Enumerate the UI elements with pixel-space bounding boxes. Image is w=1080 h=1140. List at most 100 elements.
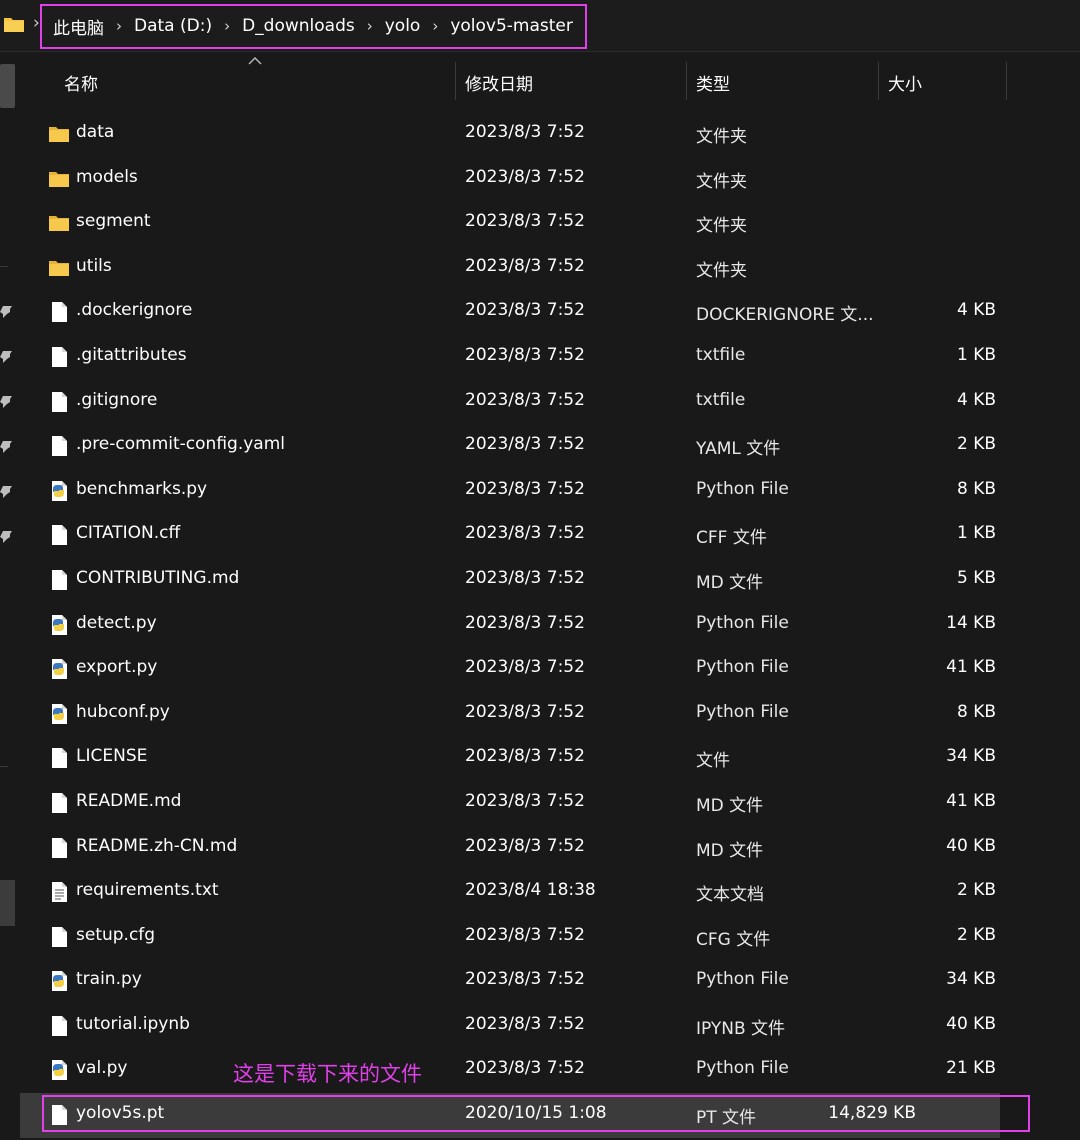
file-date-modified: 2023/8/3 7:52 [465,790,585,811]
python-file-icon [48,480,70,502]
chevron-right-icon[interactable]: › [33,13,40,33]
file-date-modified: 2023/8/3 7:52 [465,746,585,767]
file-type: Python File [696,478,789,499]
file-row[interactable]: val.py 2023/8/3 7:52 Python File 21 KB [20,1048,1080,1093]
file-name: README.md [76,790,182,811]
column-divider[interactable] [1006,62,1007,100]
file-type: YAML 文件 [696,439,781,460]
column-divider[interactable] [878,62,879,100]
file-row[interactable]: train.py 2023/8/3 7:52 Python File 34 KB [20,959,1080,1004]
file-size: 8 KB [956,478,996,499]
file-name: train.py [76,969,142,990]
file-size: 2 KB [956,434,996,455]
file-row[interactable]: README.md 2023/8/3 7:52 MD 文件 41 KB [20,781,1080,826]
pin-icon[interactable] [0,440,13,453]
file-name: val.py [76,1058,128,1079]
file-row[interactable]: data 2023/8/3 7:52 文件夹 [20,112,1080,157]
column-divider[interactable] [686,62,687,100]
file-name: setup.cfg [76,924,156,945]
sort-ascending-icon[interactable] [248,56,262,66]
file-row[interactable]: CONTRIBUTING.md 2023/8/3 7:52 MD 文件 5 KB [20,558,1080,603]
python-file-icon [48,658,70,680]
file-row[interactable]: segment 2023/8/3 7:52 文件夹 [20,201,1080,246]
pin-icon[interactable] [0,395,13,408]
file-size: 4 KB [956,389,996,410]
file-name: detect.py [76,612,157,633]
file-row[interactable]: hubconf.py 2023/8/3 7:52 Python File 8 KB [20,692,1080,737]
file-size: 1 KB [956,523,996,544]
file-date-modified: 2023/8/3 7:52 [465,344,585,365]
pin-icon[interactable] [0,350,13,363]
column-header-type[interactable]: 类型 [696,70,730,95]
file-date-modified: 2023/8/3 7:52 [465,300,585,321]
pin-icon[interactable] [0,485,13,498]
file-icon [48,524,70,546]
file-type: Python File [696,1058,789,1079]
file-type: txtfile [696,389,746,410]
file-row[interactable]: tutorial.ipynb 2023/8/3 7:52 IPYNB 文件 40 KB [20,1004,1080,1049]
file-name: .dockerignore [76,300,193,321]
file-date-modified: 2023/8/3 7:52 [465,1013,585,1034]
file-row[interactable]: benchmarks.py 2023/8/3 7:52 Python File 8 K… [20,469,1080,514]
column-header-size[interactable]: 大小 [888,70,922,95]
file-name: export.py [76,657,158,678]
nav-scrollbar-thumb[interactable] [0,64,15,108]
file-size: 2 KB [956,880,996,901]
file-size: 5 KB [956,567,996,588]
file-size: 1 KB [956,344,996,365]
file-row[interactable]: .gitattributes 2023/8/3 7:52 txtfile 1 KB [20,335,1080,380]
column-header-name[interactable]: 名称 [64,70,98,95]
file-row[interactable]: models 2023/8/3 7:52 文件夹 [20,157,1080,202]
file-type: txtfile [696,344,746,365]
folder-icon [4,18,24,32]
row-highlight-box [42,1095,1030,1132]
file-row[interactable]: .dockerignore 2023/8/3 7:52 DOCKERIGNORE 文… [20,290,1080,335]
column-divider[interactable] [455,62,456,100]
file-row[interactable]: setup.cfg 2023/8/3 7:52 CFG 文件 2 KB [20,915,1080,960]
annotation-text: 这是下载下来的文件 [233,1062,422,1086]
file-date-modified: 2023/8/3 7:52 [465,478,585,499]
file-row[interactable]: utils 2023/8/3 7:52 文件夹 [20,246,1080,291]
file-name: README.zh-CN.md [76,835,238,856]
nav-selected-item[interactable] [0,880,15,926]
file-row[interactable]: detect.py 2023/8/3 7:52 Python File 14 KB [20,603,1080,648]
file-date-modified: 2023/8/3 7:52 [465,657,585,678]
folder-icon [48,123,70,145]
python-file-icon [48,703,70,725]
file-row[interactable]: LICENSE 2023/8/3 7:52 文件 34 KB [20,736,1080,781]
file-name: .gitattributes [76,344,187,365]
file-name: utils [76,255,112,276]
file-size: 41 KB [946,657,996,678]
file-type: MD 文件 [696,572,764,593]
file-name: .pre-commit-config.yaml [76,434,285,455]
nav-divider [0,766,8,767]
file-icon [48,747,70,769]
file-type: 文件 [696,751,730,772]
navigation-pane [0,52,20,1140]
column-header-date[interactable]: 修改日期 [465,70,533,95]
file-icon [48,1015,70,1037]
file-row[interactable]: README.zh-CN.md 2023/8/3 7:52 MD 文件 40 KB [20,826,1080,871]
file-row[interactable]: CITATION.cff 2023/8/3 7:52 CFF 文件 1 KB [20,513,1080,558]
file-icon [48,435,70,457]
python-file-icon [48,1059,70,1081]
pin-icon[interactable] [0,530,13,543]
address-bar[interactable]: › 此电脑 › Data (D:) › D_downloads › yolo ›… [0,0,1080,52]
file-size: 40 KB [946,835,996,856]
file-type: Python File [696,701,789,722]
file-type: Python File [696,612,789,633]
file-row[interactable]: requirements.txt 2023/8/4 18:38 文本文档 2 KB [20,870,1080,915]
file-row[interactable]: export.py 2023/8/3 7:52 Python File 41 KB [20,647,1080,692]
file-date-modified: 2023/8/3 7:52 [465,523,585,544]
file-size: 14 KB [946,612,996,633]
file-icon [48,301,70,323]
file-size: 34 KB [946,969,996,990]
nav-divider [0,266,8,267]
file-type: MD 文件 [696,795,764,816]
folder-icon [48,168,70,190]
file-type: CFF 文件 [696,528,767,549]
file-icon [48,792,70,814]
file-row[interactable]: .pre-commit-config.yaml 2023/8/3 7:52 YAML… [20,424,1080,469]
pin-icon[interactable] [0,305,13,318]
file-row[interactable]: .gitignore 2023/8/3 7:52 txtfile 4 KB [20,380,1080,425]
